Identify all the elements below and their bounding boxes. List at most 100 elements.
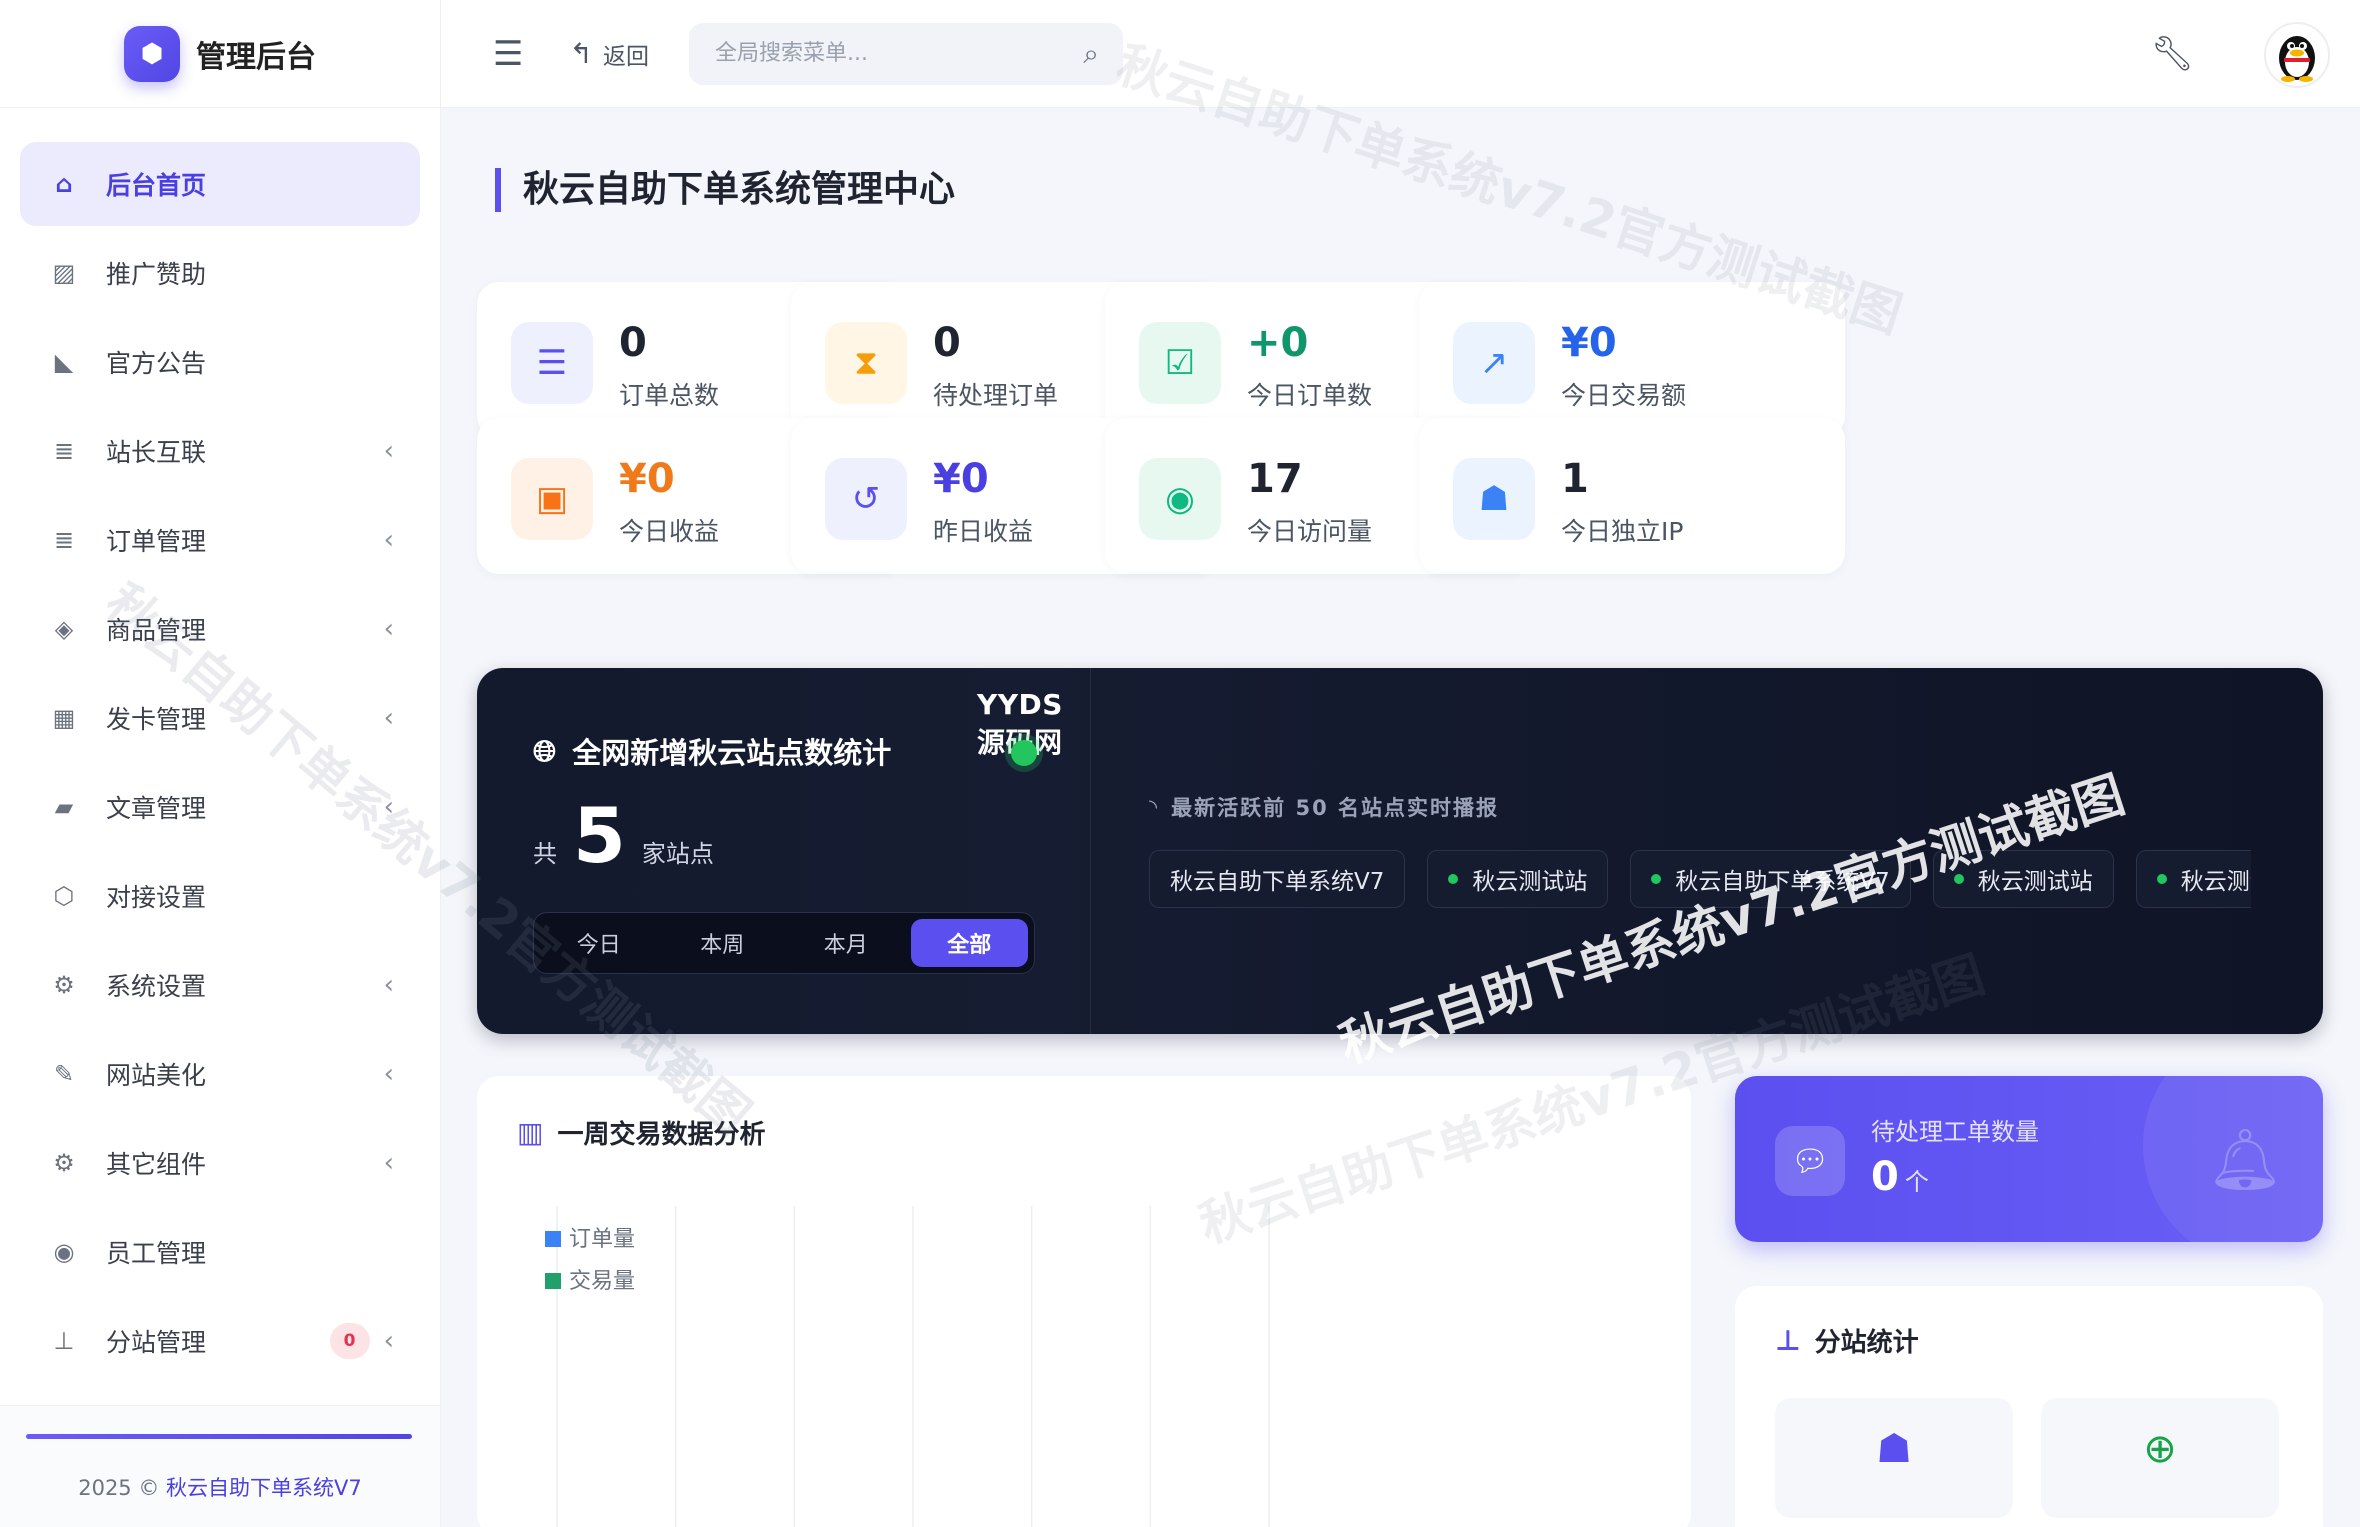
search-input[interactable]: [714, 41, 1084, 66]
sitemap-icon: ⊥: [1775, 1324, 1801, 1357]
chevron-left-icon: ‹: [383, 436, 394, 466]
back-button[interactable]: ↰ 返回: [569, 37, 648, 71]
ticket-label: 待处理工单数量: [1871, 1118, 2039, 1146]
chevron-left-icon: ‹: [383, 970, 394, 1000]
sidebar-item-13[interactable]: ⊥ 分站管理 0 ‹: [20, 1299, 420, 1383]
image-icon: ▨: [52, 259, 76, 287]
hamburger-menu-icon[interactable]: ☰: [493, 34, 523, 74]
sidebar-item-label: 订单管理: [106, 527, 207, 556]
sidebar-item-0[interactable]: ⌂ 后台首页: [20, 142, 420, 226]
sidebar-item-8[interactable]: ⬡ 对接设置: [20, 854, 420, 938]
period-segmented-control: 今日 本周 本月 全部: [533, 912, 1035, 974]
list-ol-icon: ☰: [511, 322, 593, 404]
legend-swatch: [545, 1231, 561, 1247]
total-value: 5: [573, 791, 626, 880]
site-chip[interactable]: 秋云测试站: [2135, 850, 2251, 908]
sidebar-item-label: 发卡管理: [106, 705, 207, 734]
pending-tickets-card[interactable]: 💬︎ 待处理工单数量 0个 🔔︎: [1735, 1076, 2323, 1242]
live-status-dot: [1011, 740, 1037, 766]
bar-chart-icon: ▥: [517, 1116, 544, 1149]
sidebar-item-5[interactable]: ◈ 商品管理 ‹: [20, 587, 420, 671]
stat-value: 17: [1247, 456, 1303, 502]
users-icon: ☗: [1453, 458, 1535, 540]
site-name: 秋云自助下单系统V7: [1675, 869, 1890, 895]
chevron-left-icon: ‹: [383, 703, 394, 733]
ticket-unit: 个: [1904, 1168, 1929, 1196]
chevron-left-icon: ‹: [383, 614, 394, 644]
sidebar-item-label: 推广赞助: [106, 260, 207, 289]
sidebar-item-12[interactable]: ◉ 员工管理: [20, 1210, 420, 1294]
sidebar-item-label: 员工管理: [106, 1239, 207, 1268]
sidebar-item-label: 其它组件: [106, 1150, 207, 1179]
sidebar-item-7[interactable]: ▰ 文章管理 ‹: [20, 765, 420, 849]
site-chip[interactable]: 秋云自助下单系统V7: [1149, 850, 1406, 908]
list-icon: ≣: [53, 437, 75, 465]
stat-value: 0: [619, 320, 647, 366]
sitemap-icon: ⊥: [53, 1327, 75, 1355]
site-chip[interactable]: 秋云自助下单系统V7: [1630, 850, 1911, 908]
search-icon[interactable]: ⌕: [1083, 37, 1099, 71]
period-tab-1[interactable]: 本周: [664, 919, 782, 967]
calendar-check-icon: ☑: [1139, 322, 1221, 404]
branch-add-tile[interactable]: ⊕: [2041, 1398, 2279, 1518]
weekly-line-chart: 订单量交易量: [545, 1206, 1270, 1527]
sidebar-item-label: 商品管理: [106, 616, 207, 645]
stat-label: 昨日收益: [933, 517, 1034, 546]
sidebar-item-label: 后台首页: [106, 171, 207, 200]
stat-value: ¥0: [933, 456, 989, 502]
topbar: ☰ ↰ 返回 ⌕ 🔧︎: [441, 0, 2360, 108]
sidebar-item-label: 系统设置: [106, 972, 207, 1001]
stat-label: 今日订单数: [1247, 381, 1373, 410]
brand-title: 管理后台: [196, 39, 316, 75]
stat-label: 待处理订单: [933, 381, 1059, 410]
sidebar-item-4[interactable]: ≣ 订单管理 ‹: [20, 498, 420, 582]
site-name: 秋云测试站: [1472, 869, 1588, 895]
sidebar-item-10[interactable]: ✎ 网站美化 ‹: [20, 1032, 420, 1116]
period-tab-0[interactable]: 今日: [540, 919, 658, 967]
wrench-icon[interactable]: 🔧︎: [2151, 34, 2194, 74]
comments-icon: 💬︎: [1775, 1126, 1845, 1196]
banner-summary: 🌐︎ 全网新增秋云站点数统计 共 5 家站点 今日 本周 本月 全部 YYDS源码网: [477, 668, 1091, 1034]
sidebar-item-label: 网站美化: [106, 1061, 207, 1090]
chevron-left-icon: ‹: [383, 792, 394, 822]
online-dot: [1448, 874, 1459, 884]
site-ticker: 秋云自助下单系统V7 秋云测试站 秋云自助下单系统V7 秋云测试站 秋云测试站: [1149, 850, 2251, 910]
period-tab-2[interactable]: 本月: [787, 919, 905, 967]
chevron-left-icon: ‹: [383, 525, 394, 555]
ticket-value: 0个: [1871, 1154, 1929, 1200]
tags-icon: ◈: [54, 615, 74, 643]
globe-icon: 🌐︎: [533, 733, 557, 768]
avatar[interactable]: [2264, 22, 2330, 88]
branch-stats-card: ⊥ 分站统计 ☗ ⊕: [1735, 1286, 2323, 1527]
stat-label: 今日访问量: [1247, 517, 1373, 546]
sidebar-item-3[interactable]: ≣ 站长互联 ‹: [20, 409, 420, 493]
plus-circle-icon: ⊕: [2143, 1426, 2177, 1472]
cogs-icon: ⚙: [53, 1149, 75, 1177]
chevron-left-icon: ‹: [383, 1059, 394, 1089]
sidebar-item-6[interactable]: ▦ 发卡管理 ‹: [20, 676, 420, 760]
history-icon: ↺: [825, 458, 907, 540]
total-prefix: 共: [533, 840, 557, 868]
search-box[interactable]: ⌕: [688, 22, 1123, 85]
sidebar-item-11[interactable]: ⚙ 其它组件 ‹: [20, 1121, 420, 1205]
stat-label: 订单总数: [619, 381, 720, 410]
sidebar-item-9[interactable]: ⚙ 系统设置 ‹: [20, 943, 420, 1027]
site-chip[interactable]: 秋云测试站: [1932, 850, 2114, 908]
brand[interactable]: ⬢ 管理后台: [0, 0, 440, 108]
book-icon: ▰: [54, 793, 74, 821]
sidebar-item-2[interactable]: ◣ 官方公告: [20, 320, 420, 404]
copyright-brand-link[interactable]: 秋云自助下单系统V7: [166, 1476, 362, 1500]
site-chip[interactable]: 秋云测试站: [1427, 850, 1609, 908]
stat-label: 今日收益: [619, 517, 720, 546]
sidebar: ⬢ 管理后台 ⌂ 后台首页 ▨ 推广赞助 ◣ 官方公告 ≣ 站长互联 ‹ ≣ 订单管理 ‹ ◈ 商品管理 ‹…: [0, 0, 441, 1527]
stat-card: ↗ ¥0 今日交易额: [1419, 282, 1845, 438]
copyright: 2025 © 秋云自助下单系统V7: [0, 1472, 440, 1502]
users-icon: ☗: [1876, 1426, 1912, 1472]
sidebar-item-1[interactable]: ▨ 推广赞助: [20, 231, 420, 315]
banner-title: 🌐︎ 全网新增秋云站点数统计: [533, 730, 891, 772]
branch-users-tile[interactable]: ☗: [1775, 1398, 2013, 1518]
bell-icon: 🔔︎: [2206, 1125, 2283, 1195]
sidebar-item-label: 文章管理: [106, 794, 207, 823]
sidebar-item-label: 官方公告: [106, 349, 207, 378]
period-tab-3[interactable]: 全部: [910, 919, 1028, 967]
